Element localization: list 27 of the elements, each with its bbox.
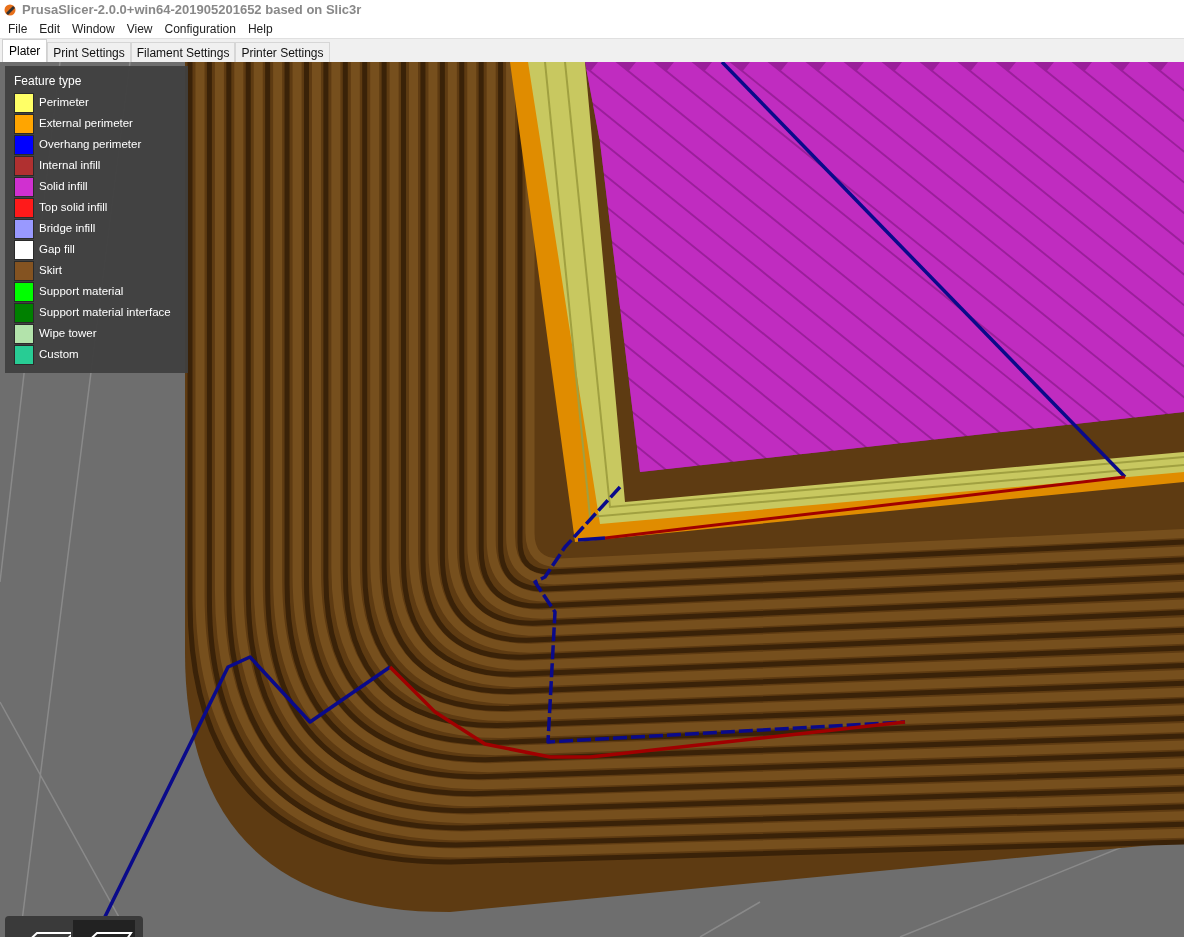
menu-item[interactable]: View <box>120 20 159 38</box>
legend-label: Solid infill <box>39 179 88 195</box>
tab[interactable]: Printer Settings <box>235 42 330 62</box>
legend-label: Overhang perimeter <box>39 137 142 153</box>
tab[interactable]: Print Settings <box>47 42 131 62</box>
legend-label: Wipe tower <box>39 326 97 342</box>
legend-label: External perimeter <box>39 116 133 132</box>
legend-label: Bridge infill <box>39 221 96 237</box>
legend-title: Feature type <box>14 73 83 90</box>
tab[interactable]: Filament Settings <box>130 42 236 62</box>
menu-item[interactable]: File <box>2 20 34 38</box>
3d-viewport[interactable]: Feature type Perimeter External perimeter Overhang perimeter Internal infill Solid infill Top solid infill Bridge infill Gap fill Skirt Support material Support material interface Wipe tower Custom <box>0 62 1184 937</box>
legend-label: Support material <box>39 284 124 300</box>
legend-label: Support material interface <box>39 305 171 321</box>
tab[interactable]: Plater <box>2 39 48 62</box>
window-title: PrusaSlicer-2.0.0+win64-201905201652 based on Slic3r <box>22 1 362 20</box>
legend-label: Top solid infill <box>39 200 108 216</box>
legend-label: Skirt <box>39 263 62 279</box>
menu-item[interactable]: Window <box>66 20 121 38</box>
menu-item[interactable]: Edit <box>33 20 67 38</box>
legend-label: Perimeter <box>39 95 89 111</box>
app-logo-icon <box>4 4 16 16</box>
menu-item[interactable]: Configuration <box>158 20 242 38</box>
legend-label: Custom <box>39 347 79 363</box>
legend-label: Gap fill <box>39 242 75 258</box>
legend-label: Internal infill <box>39 158 101 174</box>
menu-item[interactable]: Help <box>241 20 279 38</box>
